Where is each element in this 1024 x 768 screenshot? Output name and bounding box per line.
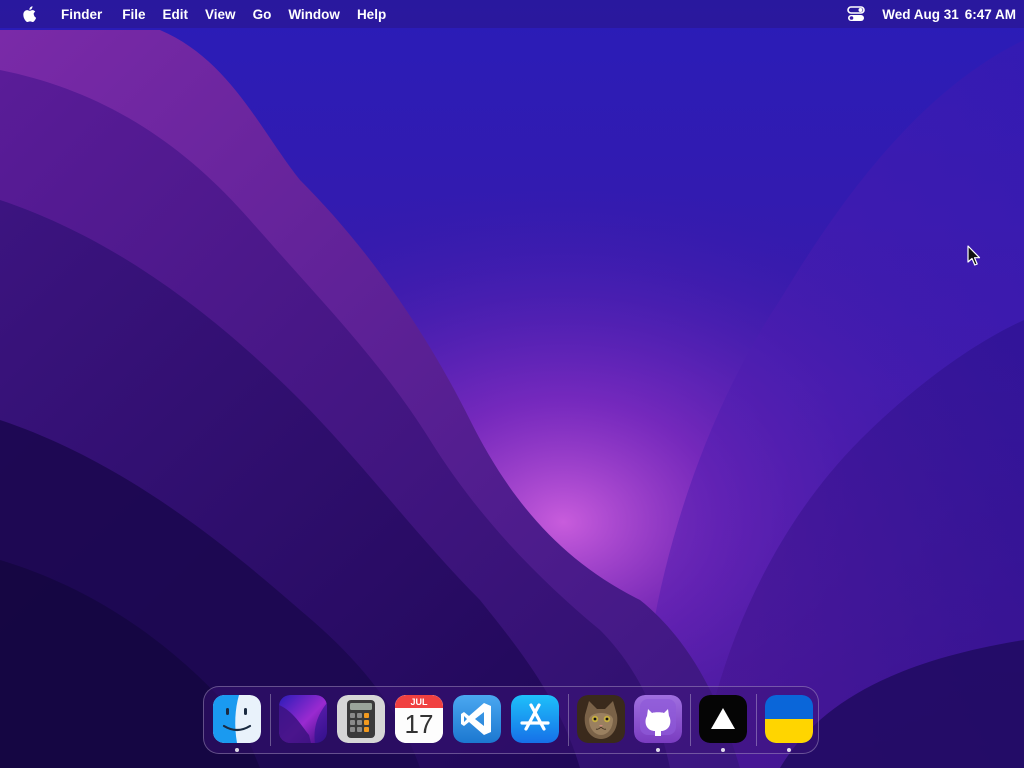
app-store-icon: [511, 695, 559, 743]
dock-item-ukraine-flag[interactable]: [765, 695, 813, 743]
dock-item-calculator[interactable]: [337, 695, 385, 743]
finder-icon: [213, 695, 261, 743]
desktop-wallpaper: [0, 0, 1024, 768]
calculator-icon: [337, 695, 385, 743]
cat-photo-icon: [577, 695, 625, 743]
dock-item-finder[interactable]: [213, 695, 261, 743]
dock-separator: [568, 694, 569, 746]
clock-date: Wed Aug 31: [882, 6, 959, 22]
dock-item-cat-photo[interactable]: [577, 695, 625, 743]
dock-item-vercel[interactable]: [699, 695, 747, 743]
control-center-icon: [847, 6, 866, 21]
vscode-icon: [453, 695, 501, 743]
calendar-day: 17: [404, 709, 434, 739]
menu-app-name[interactable]: Finder: [61, 7, 102, 22]
dock-running-indicator: [787, 748, 791, 752]
dock-item-vscode[interactable]: [453, 695, 501, 743]
github-desktop-icon: [634, 695, 682, 743]
control-center-button[interactable]: [847, 6, 866, 22]
dock-running-indicator: [235, 748, 239, 752]
mouse-cursor-icon: [967, 245, 981, 266]
clock-time: 6:47 AM: [964, 6, 1016, 22]
menu-bar-extras: Wed Aug 31 6:47 AM: [847, 0, 1016, 28]
apple-logo-icon: [23, 6, 36, 22]
menu-bar: Finder File Edit View Go Window Help Wed…: [0, 0, 1024, 28]
menu-help[interactable]: Help: [357, 7, 386, 22]
dock-item-app-store[interactable]: [511, 695, 559, 743]
dock-running-indicator: [656, 748, 660, 752]
desktop[interactable]: Finder File Edit View Go Window Help Wed…: [0, 0, 1024, 768]
apple-menu[interactable]: [19, 0, 39, 28]
dock-item-wallpaper[interactable]: [279, 695, 327, 743]
calendar-month: JUL: [410, 697, 428, 707]
menu-bar-clock[interactable]: Wed Aug 31 6:47 AM: [882, 7, 1016, 22]
menu-window[interactable]: Window: [288, 7, 340, 22]
dock-separator: [690, 694, 691, 746]
ukraine-flag-icon: [765, 695, 813, 743]
dock: JUL 17: [203, 686, 819, 754]
dock-running-indicator: [721, 748, 725, 752]
menu-go[interactable]: Go: [253, 7, 272, 22]
menu-view[interactable]: View: [205, 7, 236, 22]
dock-item-calendar[interactable]: JUL 17: [395, 695, 443, 743]
vercel-triangle-icon: [699, 695, 747, 743]
monterey-wallpaper-icon: [279, 695, 327, 743]
dock-separator: [270, 694, 271, 746]
dock-separator: [756, 694, 757, 746]
dock-item-github-desktop[interactable]: [634, 695, 682, 743]
menu-file[interactable]: File: [122, 7, 145, 22]
menu-edit[interactable]: Edit: [163, 7, 189, 22]
